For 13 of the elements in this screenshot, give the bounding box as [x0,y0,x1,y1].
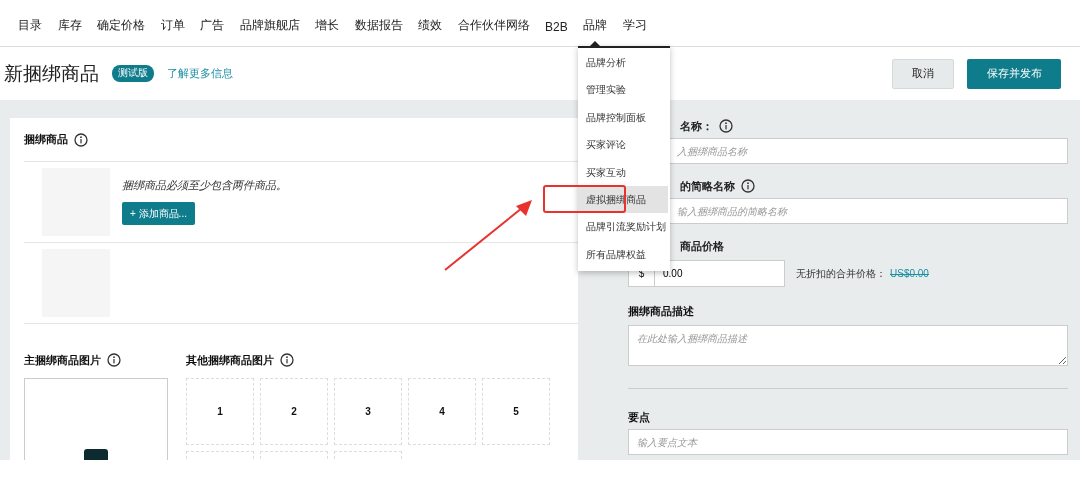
combined-price-label: 无折扣的合并价格： [796,266,886,281]
field-label: 要点 [628,411,651,425]
field-label: 名称： [680,118,713,134]
page-title: 新捆绑商品 [4,61,99,86]
section-title: 捆绑商品 [24,132,68,147]
field-label: 捆绑商品描述 [628,305,695,319]
beta-badge: 测试版 [112,65,154,82]
section-title: 主捆绑商品图片 [24,352,101,368]
hint-text: 捆绑商品必须至少包含两件商品。 [122,178,287,193]
field-label: 的简略名称 [680,178,735,194]
combined-price-value: US$0.00 [890,268,929,279]
field-label: 商品价格 [680,238,724,254]
section-title: 其他捆绑商品图片 [186,352,274,368]
